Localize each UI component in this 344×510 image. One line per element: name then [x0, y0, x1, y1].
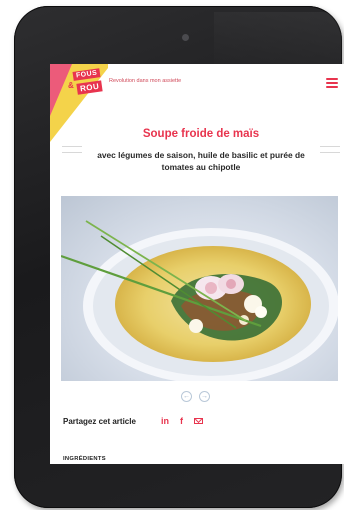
title-rule-right: [320, 146, 340, 147]
hamburger-menu-icon[interactable]: [326, 78, 338, 88]
logo-word-top: FOUS: [72, 68, 101, 81]
logo-word-bottom: ROU: [76, 80, 103, 95]
soup-photo: [61, 220, 338, 381]
hero-image: [61, 196, 338, 381]
share-icons: in f: [161, 416, 203, 426]
title-rule-left: [62, 146, 82, 147]
site-tagline: Revolution dans mon assiette: [109, 78, 182, 84]
logo-ampersand: &: [68, 81, 74, 90]
title-rule-left-2: [62, 152, 82, 153]
previous-arrow-icon[interactable]: ←: [181, 391, 192, 402]
image-pager: ← →: [181, 391, 210, 402]
front-camera: [182, 34, 189, 41]
facebook-icon[interactable]: f: [180, 416, 183, 426]
tablet-device: FOUS & ROU Revolution dans mon assiette …: [14, 6, 344, 508]
title-rule-right-2: [320, 152, 340, 153]
ingredients-heading: INGRÉDIENTS: [63, 456, 106, 462]
share-label: Partagez cet article: [63, 417, 136, 426]
site-logo[interactable]: FOUS & ROU: [67, 68, 107, 100]
article-subtitle: avec légumes de saison, huile de basilic…: [97, 150, 305, 172]
next-arrow-icon[interactable]: →: [199, 391, 210, 402]
linkedin-icon[interactable]: in: [161, 416, 169, 426]
screen-glare: [214, 12, 344, 72]
article-title: Soupe froide de maïs: [142, 128, 260, 140]
email-icon[interactable]: [194, 418, 203, 424]
web-page: FOUS & ROU Revolution dans mon assiette …: [50, 64, 344, 464]
